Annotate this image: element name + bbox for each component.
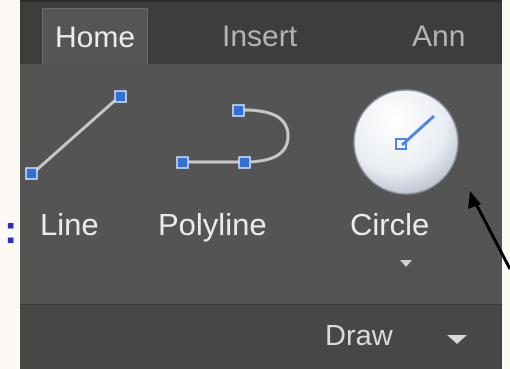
annotation-arrow xyxy=(468,191,510,270)
